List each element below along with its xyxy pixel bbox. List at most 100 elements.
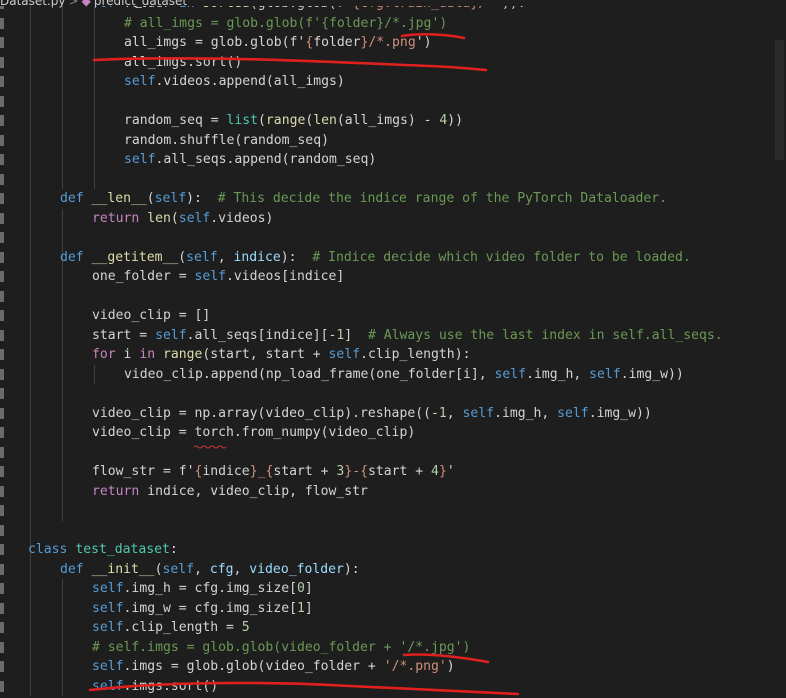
code-line[interactable]: self.img_h = cfg.img_size[0] [92,579,313,598]
line-number-marker [0,485,4,497]
code-token: # all_imgs = glob.glob(f'{folder}/*.jpg'… [124,15,448,31]
line-number-marker [0,95,4,107]
code-line[interactable]: def __getitem__(self, indice): # Indice … [60,248,691,267]
line-number-marker [0,583,4,594]
code-line[interactable]: self.img_w = cfg.img_size[1] [92,599,313,618]
line-number-marker [0,193,4,204]
code-line[interactable]: return indice, video_clip, flow_str [92,482,368,501]
code-token: .all_seqs.append(random_seq) [155,152,377,167]
code-line[interactable]: def __init__(self, cfg, video_folder): [60,560,360,579]
code-token: self [155,327,187,343]
line-number-gutter [0,0,6,698]
code-token: all_imgs.sort() [124,54,243,70]
code-token: self [328,347,361,362]
code-token: self [92,600,124,616]
line-number-marker [0,563,4,575]
code-line[interactable]: one_folder = self.videos[indice] [92,267,344,286]
line-number-marker [0,251,4,263]
code-token: self [154,191,187,206]
code-token: )) [447,113,464,128]
code-line[interactable]: self.clip_length = 5 [92,618,250,637]
line-number-marker [0,524,4,536]
code-token: video_clip.append(np_load_frame(one_fold… [124,366,495,382]
line-number-marker [0,37,4,48]
code-token: '/*.png' [383,659,447,674]
code-token: ) [446,659,455,674]
code-line[interactable]: all_imgs.sort() [124,53,242,72]
code-token: len [313,113,337,128]
code-line[interactable]: start = self.all_seqs[indice][-1] # Alwa… [92,326,723,345]
code-token: ( [154,561,163,577]
code-line[interactable]: def __len__(self): # This decide the ind… [60,189,667,208]
code-token: video_clip = np.array(video_clip).reshap… [92,405,439,421]
line-number-marker [0,680,4,692]
code-token: 1 [438,405,447,421]
line-number-marker [0,56,4,68]
squiggle-warning [193,445,227,449]
code-line[interactable]: random_seq = list(range(len(all_imgs) - … [124,111,463,130]
code-line[interactable]: video_clip = np.array(video_clip).reshap… [92,404,652,423]
code-token: # This decide the indice range of the Py… [217,191,668,206]
code-token: ( [170,210,179,226]
code-token: len [147,210,171,226]
indent-guide-line [62,579,63,696]
code-token: for [92,347,124,362]
line-number-marker [0,76,4,87]
code-line[interactable]: self.imgs = glob.glob(video_folder + '/*… [92,657,455,676]
code-token: i [123,347,140,362]
code-token: (start, start + [202,347,329,362]
code-token: 0 [296,581,305,596]
code-line[interactable]: self.imgs.sort() [92,677,218,696]
code-token: .img_h, [526,366,590,382]
code-line[interactable]: return len(self.videos) [92,209,273,228]
code-editor[interactable]: Dataset.py>◆predict_dataset for folder i… [0,0,786,698]
code-line[interactable]: self.all_seqs.append(random_seq) [124,150,376,169]
line-number-marker [0,407,4,419]
line-number-marker [0,212,4,224]
code-line[interactable]: flow_str = f'{indice}_{start + 3}-{start… [92,462,455,481]
code-token: class [28,542,76,557]
code-line[interactable]: random.shuffle(random_seq) [124,131,329,150]
breadcrumb-separator: > [68,0,79,8]
code-token: in [139,347,163,362]
code-line[interactable]: all_imgs = glob.glob(f'{folder}/*.png') [124,33,431,52]
code-token: all_imgs = glob.glob(f' [124,35,306,50]
code-token: self [494,366,527,382]
line-number-marker [0,17,4,29]
code-token: random.shuffle(random_seq) [124,132,329,148]
code-line[interactable]: self.videos.append(all_imgs) [124,72,345,91]
line-number-marker [0,446,4,458]
code-token: ] [344,327,368,343]
code-token: flow_str = f' [92,464,195,479]
code-token: .img_w)) [620,366,684,382]
code-token: 5 [241,620,250,635]
code-line[interactable]: video_clip.append(np_load_frame(one_fold… [124,365,684,384]
code-line[interactable]: # self.imgs = glob.glob(video_folder + '… [92,638,470,657]
code-token: .img_w = cfg.img_size[ [123,600,297,616]
code-token: } [438,464,447,479]
vertical-scrollbar[interactable] [772,0,786,698]
breadcrumb-file[interactable]: Dataset.py [0,0,66,8]
code-token: }_{ [249,464,274,479]
line-number-marker [0,310,4,321]
code-token: cfg [209,561,234,577]
code-token: ): [343,561,360,577]
breadcrumb-symbol[interactable]: predict_dataset [94,0,187,8]
code-token: self [186,249,218,265]
code-line[interactable]: for i in range(start, start + self.clip_… [92,345,470,364]
scrollbar-thumb[interactable] [775,40,784,160]
indent-guide-line [30,559,31,696]
line-number-marker [0,368,4,380]
code-token: video_clip = [] [92,308,211,323]
code-token: .img_w)) [588,405,652,421]
code-line[interactable]: video_clip = torch.from_numpy(video_clip… [92,423,415,442]
indent-guide-line [62,0,63,189]
code-line[interactable]: video_clip = [] [92,306,210,325]
code-token: return [92,483,148,499]
code-line[interactable]: class test_dataset: [28,540,178,559]
code-token: (all_imgs) - [336,113,440,128]
code-token: self [462,405,495,421]
code-line[interactable]: # all_imgs = glob.glob(f'{folder}/*.jpg'… [124,14,447,33]
code-token: ' [446,464,455,479]
code-token: self [92,581,124,596]
